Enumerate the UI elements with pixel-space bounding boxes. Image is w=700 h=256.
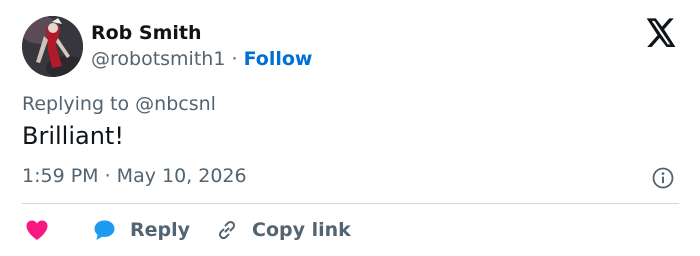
copy-link-label: Copy link <box>252 219 351 241</box>
author-handle-row: @robotsmith1 · Follow <box>91 48 312 70</box>
reply-button[interactable]: Reply <box>93 214 190 246</box>
action-bar: Reply Copy link <box>0 214 700 246</box>
divider <box>22 203 679 204</box>
like-button[interactable] <box>25 214 49 246</box>
speech-bubble-icon <box>94 220 115 240</box>
info-icon[interactable] <box>651 166 675 190</box>
avatar[interactable] <box>22 16 83 77</box>
separator-dot: · <box>231 48 244 70</box>
reply-label: Reply <box>130 219 191 241</box>
reply-context: Replying to @nbcsnl <box>22 93 216 115</box>
link-icon <box>218 220 236 240</box>
tweet-text: Brilliant! <box>22 122 124 150</box>
follow-button[interactable]: Follow <box>244 48 313 70</box>
timestamp[interactable]: 1:59 PM · May 10, 2026 <box>22 165 247 187</box>
author-handle[interactable]: @robotsmith1 <box>91 48 225 70</box>
tweet-card: Rob Smith @robotsmith1 · Follow Replying… <box>0 0 700 256</box>
author-name[interactable]: Rob Smith <box>91 22 202 44</box>
copy-link-button[interactable]: Copy link <box>215 214 351 246</box>
x-logo-icon[interactable] <box>645 18 677 48</box>
heart-icon <box>26 220 48 240</box>
avatar-image <box>22 16 83 77</box>
